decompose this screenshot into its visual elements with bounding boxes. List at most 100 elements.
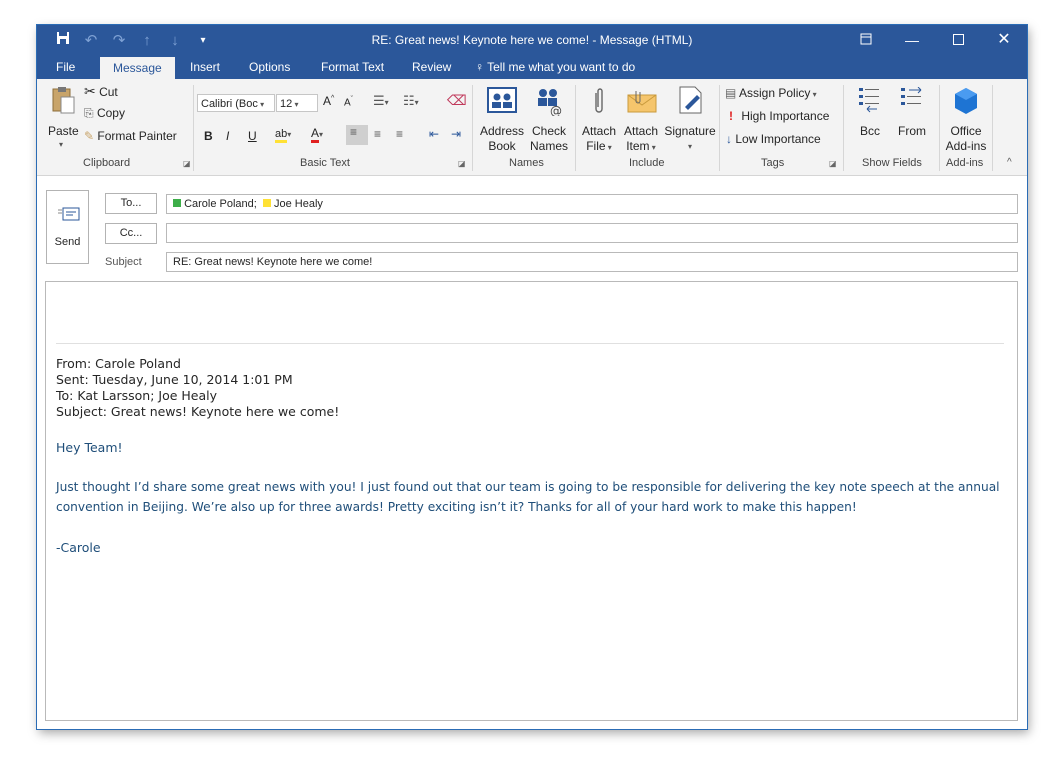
to-button[interactable]: To...	[105, 193, 157, 214]
lightbulb-icon: ♀	[475, 60, 484, 74]
bullets-icon[interactable]: ☰▾	[373, 93, 389, 109]
send-button[interactable]: Send	[46, 190, 89, 264]
clipboard-group-label: Clipboard	[83, 157, 131, 169]
tab-insert[interactable]: Insert	[190, 55, 220, 79]
recipient-name: Joe Healy	[273, 198, 323, 210]
close-icon[interactable]: ✕	[981, 25, 1027, 55]
collapse-ribbon-icon[interactable]: ^	[1007, 157, 1012, 168]
low-importance-button[interactable]: ↓ Low Importance	[726, 132, 821, 146]
attach-item-label: Attach	[623, 124, 659, 138]
basic-text-launcher-icon[interactable]: ◪	[458, 159, 466, 168]
attach-item-icon[interactable]	[627, 89, 657, 116]
to-field[interactable]: Carole Poland; Joe Healy	[166, 194, 1018, 214]
office-label: Office	[950, 124, 982, 138]
align-left-icon[interactable]: ≡	[346, 125, 368, 145]
italic-button[interactable]: I	[226, 129, 229, 143]
bold-button[interactable]: B	[204, 129, 213, 143]
minimize-icon[interactable]: —	[889, 25, 935, 55]
recipient-name: Carole Poland;	[184, 198, 257, 210]
font-color-icon[interactable]: A▾	[311, 126, 323, 143]
shrink-font-icon[interactable]: Aˇ	[344, 96, 353, 108]
addins-label: Add-ins	[945, 139, 987, 153]
clear-formatting-icon[interactable]: ⌫	[447, 92, 467, 109]
tab-review[interactable]: Review	[412, 55, 451, 79]
contact-status-icon	[173, 199, 181, 207]
highlight-color-icon[interactable]: ab▾	[275, 126, 291, 143]
grow-font-icon[interactable]: A^	[323, 94, 334, 108]
decrease-indent-icon[interactable]: ⇤	[429, 127, 439, 141]
recipient-chip[interactable]: Joe Healy	[260, 198, 323, 210]
copy-icon: ⎘	[84, 106, 94, 120]
high-importance-button[interactable]: ! High Importance	[729, 109, 829, 123]
office-addins-icon[interactable]	[954, 87, 978, 118]
font-name-combo[interactable]: Calibri (Boc ▾	[197, 94, 275, 112]
attach-file-button[interactable]: Attach File ▾	[579, 124, 619, 155]
divider	[575, 85, 576, 171]
office-addins-button[interactable]: Office Add-ins	[941, 124, 991, 154]
divider	[843, 85, 844, 171]
increase-indent-icon[interactable]: ⇥	[451, 127, 461, 141]
tell-me-text: Tell me what you want to do	[487, 60, 636, 74]
body-paragraph-line-2: convention in Beijing. We’re also up for…	[56, 500, 857, 514]
contact-status-icon	[262, 199, 271, 207]
divider	[193, 85, 194, 171]
bcc-icon[interactable]	[859, 87, 881, 116]
ribbon-tabs: File Message Insert Options Format Text …	[37, 55, 1027, 79]
divider	[472, 85, 473, 171]
assign-policy-dropdown-icon: ▾	[810, 90, 817, 99]
align-right-icon[interactable]: ≡	[396, 127, 403, 141]
underline-button[interactable]: U	[248, 129, 257, 143]
signature-button[interactable]: Signature ▾	[663, 124, 717, 154]
policy-icon: ▤	[725, 86, 737, 100]
address-book-button[interactable]: Address Book	[480, 124, 524, 154]
reply-divider	[56, 343, 1004, 344]
attach-file-label: Attach	[581, 124, 617, 138]
check-names-icon[interactable]: @	[534, 86, 564, 119]
tab-options[interactable]: Options	[249, 55, 290, 79]
cut-button[interactable]: ✂ Cut	[84, 83, 118, 100]
subject-label: Subject	[105, 256, 142, 268]
paste-icon[interactable]	[51, 85, 75, 118]
tags-launcher-icon[interactable]: ◪	[829, 159, 837, 168]
maximize-icon[interactable]	[935, 25, 981, 55]
subject-field[interactable]: RE: Great news! Keynote here we come!	[166, 252, 1018, 272]
paste-button[interactable]: Paste	[48, 124, 79, 138]
scissors-icon: ✂	[84, 83, 96, 99]
clipboard-launcher-icon[interactable]: ◪	[183, 159, 191, 168]
quoted-from: From: Carole Poland	[56, 356, 181, 371]
copy-button[interactable]: ⎘ Copy	[84, 106, 125, 121]
format-painter-button[interactable]: ✎ Format Painter	[84, 129, 177, 143]
font-size-combo[interactable]: 12 ▾	[276, 94, 318, 112]
cc-button[interactable]: Cc...	[105, 223, 157, 244]
font-name-value: Calibri (Boc	[201, 98, 258, 110]
paste-dropdown-icon[interactable]: ▾	[59, 140, 63, 149]
address-book-icon[interactable]	[487, 87, 517, 116]
from-button[interactable]: From	[892, 124, 932, 139]
tab-format-text[interactable]: Format Text	[321, 55, 384, 79]
attach-item-button[interactable]: Attach Item ▾	[621, 124, 661, 155]
tell-me-box[interactable]: ♀ Tell me what you want to do	[475, 55, 635, 79]
send-label: Send	[54, 236, 81, 248]
assign-policy-button[interactable]: ▤ Assign Policy ▾	[725, 86, 817, 100]
cut-label: Cut	[99, 85, 118, 99]
cc-field[interactable]	[166, 223, 1018, 243]
from-icon[interactable]	[901, 86, 923, 116]
tab-file[interactable]: File	[56, 55, 75, 79]
align-center-icon[interactable]: ≡	[374, 127, 381, 141]
message-body[interactable]: From: Carole Poland Sent: Tuesday, June …	[45, 281, 1018, 721]
book-label: Book	[488, 139, 516, 153]
tags-group-label: Tags	[761, 157, 785, 169]
bcc-button[interactable]: Bcc	[850, 124, 890, 139]
message-header: Send To... Cc... Subject Carole Poland; …	[37, 176, 1027, 280]
check-names-button[interactable]: Check Names	[527, 124, 571, 154]
address-label: Address	[480, 124, 525, 138]
paperclip-icon[interactable]	[592, 87, 606, 118]
signature-icon[interactable]	[677, 85, 705, 118]
format-painter-label: Format Painter	[97, 129, 177, 143]
ribbon-display-options-icon[interactable]	[843, 25, 889, 55]
size-dropdown-icon: ▾	[292, 100, 299, 109]
tab-message[interactable]: Message	[100, 57, 175, 79]
recipient-chip[interactable]: Carole Poland;	[173, 198, 260, 210]
numbering-icon[interactable]: ☷▾	[403, 93, 419, 109]
font-dropdown-icon: ▾	[257, 100, 265, 109]
